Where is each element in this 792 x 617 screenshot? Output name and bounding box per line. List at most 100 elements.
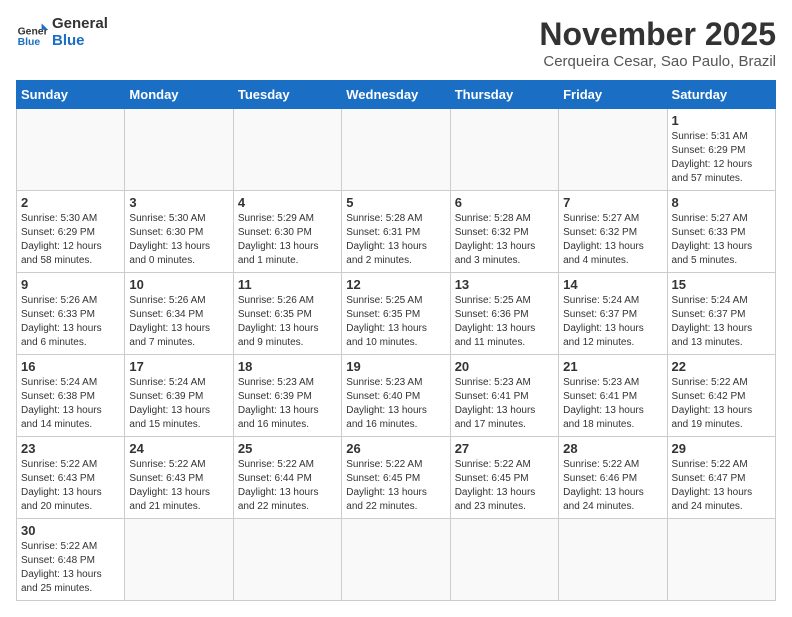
day-info-26: Sunrise: 5:22 AMSunset: 6:45 PMDaylight:… <box>346 458 445 514</box>
header-wednesday: Wednesday <box>342 81 450 109</box>
logo: General Blue General Blue <box>16 16 108 49</box>
title-block: November 2025 Cerqueira Cesar, Sao Paulo… <box>539 16 776 70</box>
day-info-13: Sunrise: 5:25 AMSunset: 6:36 PMDaylight:… <box>455 294 554 350</box>
empty-cell <box>450 109 558 191</box>
day-number-20: 20 <box>455 359 554 374</box>
week-row-4: 16Sunrise: 5:24 AMSunset: 6:38 PMDayligh… <box>17 355 776 437</box>
day-info-10: Sunrise: 5:26 AMSunset: 6:34 PMDaylight:… <box>129 294 228 350</box>
day-info-9: Sunrise: 5:26 AMSunset: 6:33 PMDaylight:… <box>21 294 120 350</box>
day-number-13: 13 <box>455 277 554 292</box>
day-cell-28: 28Sunrise: 5:22 AMSunset: 6:46 PMDayligh… <box>559 437 667 519</box>
day-number-15: 15 <box>672 277 771 292</box>
day-number-1: 1 <box>672 113 771 128</box>
day-number-22: 22 <box>672 359 771 374</box>
day-number-5: 5 <box>346 195 445 210</box>
header-thursday: Thursday <box>450 81 558 109</box>
day-info-27: Sunrise: 5:22 AMSunset: 6:45 PMDaylight:… <box>455 458 554 514</box>
day-cell-2: 2Sunrise: 5:30 AMSunset: 6:29 PMDaylight… <box>17 191 125 273</box>
day-number-7: 7 <box>563 195 662 210</box>
day-number-29: 29 <box>672 441 771 456</box>
week-row-6: 30 Sunrise: 5:22 AMSunset: 6:48 PMDayligh… <box>17 519 776 601</box>
day-number-26: 26 <box>346 441 445 456</box>
logo-general-text: General <box>52 16 108 33</box>
day-cell-27: 27 Sunrise: 5:22 AMSunset: 6:45 PMDayligh… <box>450 437 558 519</box>
day-number-21: 21 <box>563 359 662 374</box>
empty-cell <box>559 519 667 601</box>
day-number-27: 27 <box>455 441 554 456</box>
empty-cell <box>342 519 450 601</box>
day-cell-11: 11 Sunrise: 5:26 AMSunset: 6:35 PMDayligh… <box>233 273 341 355</box>
day-cell-9: 9 Sunrise: 5:26 AMSunset: 6:33 PMDaylight… <box>17 273 125 355</box>
day-cell-21: 21 Sunrise: 5:23 AMSunset: 6:41 PMDayligh… <box>559 355 667 437</box>
day-number-23: 23 <box>21 441 120 456</box>
day-cell-5: 5 Sunrise: 5:28 AMSunset: 6:31 PMDaylight… <box>342 191 450 273</box>
day-info-16: Sunrise: 5:24 AMSunset: 6:38 PMDaylight:… <box>21 376 120 432</box>
day-number-10: 10 <box>129 277 228 292</box>
day-cell-13: 13 Sunrise: 5:25 AMSunset: 6:36 PMDayligh… <box>450 273 558 355</box>
day-cell-15: 15 Sunrise: 5:24 AMSunset: 6:37 PMDayligh… <box>667 273 775 355</box>
day-cell-23: 23 Sunrise: 5:22 AMSunset: 6:43 PMDayligh… <box>17 437 125 519</box>
location: Cerqueira Cesar, Sao Paulo, Brazil <box>539 53 776 70</box>
day-info-20: Sunrise: 5:23 AMSunset: 6:41 PMDaylight:… <box>455 376 554 432</box>
page-header: General Blue General Blue November 2025 … <box>16 16 776 70</box>
day-cell-14: 14Sunrise: 5:24 AMSunset: 6:37 PMDayligh… <box>559 273 667 355</box>
day-cell-19: 19Sunrise: 5:23 AMSunset: 6:40 PMDayligh… <box>342 355 450 437</box>
day-info-23: Sunrise: 5:22 AMSunset: 6:43 PMDaylight:… <box>21 458 120 514</box>
svg-text:Blue: Blue <box>18 37 41 48</box>
day-number-25: 25 <box>238 441 337 456</box>
empty-cell <box>559 109 667 191</box>
header-tuesday: Tuesday <box>233 81 341 109</box>
day-info-17: Sunrise: 5:24 AMSunset: 6:39 PMDaylight:… <box>129 376 228 432</box>
day-cell-30: 30 Sunrise: 5:22 AMSunset: 6:48 PMDayligh… <box>17 519 125 601</box>
month-title: November 2025 <box>539 16 776 53</box>
day-cell-1: 1 Sunrise: 5:31 AMSunset: 6:29 PMDaylight… <box>667 109 775 191</box>
week-row-2: 2Sunrise: 5:30 AMSunset: 6:29 PMDaylight… <box>17 191 776 273</box>
day-info-22: Sunrise: 5:22 AMSunset: 6:42 PMDaylight:… <box>672 376 771 432</box>
empty-cell <box>17 109 125 191</box>
header-saturday: Saturday <box>667 81 775 109</box>
day-info-8: Sunrise: 5:27 AMSunset: 6:33 PMDaylight:… <box>672 212 771 268</box>
day-info-19: Sunrise: 5:23 AMSunset: 6:40 PMDaylight:… <box>346 376 445 432</box>
day-cell-4: 4 Sunrise: 5:29 AMSunset: 6:30 PMDaylight… <box>233 191 341 273</box>
day-number-24: 24 <box>129 441 228 456</box>
day-number-12: 12 <box>346 277 445 292</box>
weekday-header-row: Sunday Monday Tuesday Wednesday Thursday… <box>17 81 776 109</box>
calendar-table: Sunday Monday Tuesday Wednesday Thursday… <box>16 80 776 601</box>
day-cell-22: 22 Sunrise: 5:22 AMSunset: 6:42 PMDayligh… <box>667 355 775 437</box>
day-cell-25: 25 Sunrise: 5:22 AMSunset: 6:44 PMDayligh… <box>233 437 341 519</box>
day-cell-17: 17 Sunrise: 5:24 AMSunset: 6:39 PMDayligh… <box>125 355 233 437</box>
header-monday: Monday <box>125 81 233 109</box>
day-number-11: 11 <box>238 277 337 292</box>
day-info-24: Sunrise: 5:22 AMSunset: 6:43 PMDaylight:… <box>129 458 228 514</box>
day-cell-3: 3Sunrise: 5:30 AMSunset: 6:30 PMDaylight… <box>125 191 233 273</box>
day-number-30: 30 <box>21 523 120 538</box>
day-cell-20: 20 Sunrise: 5:23 AMSunset: 6:41 PMDayligh… <box>450 355 558 437</box>
day-info-18: Sunrise: 5:23 AMSunset: 6:39 PMDaylight:… <box>238 376 337 432</box>
day-number-14: 14 <box>563 277 662 292</box>
logo-icon: General Blue <box>16 17 48 49</box>
day-number-4: 4 <box>238 195 337 210</box>
day-info-12: Sunrise: 5:25 AMSunset: 6:35 PMDaylight:… <box>346 294 445 350</box>
day-cell-7: 7 Sunrise: 5:27 AMSunset: 6:32 PMDaylight… <box>559 191 667 273</box>
empty-cell <box>342 109 450 191</box>
day-info-7: Sunrise: 5:27 AMSunset: 6:32 PMDaylight:… <box>563 212 662 268</box>
day-info-15: Sunrise: 5:24 AMSunset: 6:37 PMDaylight:… <box>672 294 771 350</box>
day-info-4: Sunrise: 5:29 AMSunset: 6:30 PMDaylight:… <box>238 212 337 268</box>
day-number-17: 17 <box>129 359 228 374</box>
day-cell-10: 10 Sunrise: 5:26 AMSunset: 6:34 PMDayligh… <box>125 273 233 355</box>
day-info-5: Sunrise: 5:28 AMSunset: 6:31 PMDaylight:… <box>346 212 445 268</box>
day-info-21: Sunrise: 5:23 AMSunset: 6:41 PMDaylight:… <box>563 376 662 432</box>
day-info-1: Sunrise: 5:31 AMSunset: 6:29 PMDaylight:… <box>672 130 771 186</box>
day-info-29: Sunrise: 5:22 AMSunset: 6:47 PMDaylight:… <box>672 458 771 514</box>
day-info-11: Sunrise: 5:26 AMSunset: 6:35 PMDaylight:… <box>238 294 337 350</box>
day-info-6: Sunrise: 5:28 AMSunset: 6:32 PMDaylight:… <box>455 212 554 268</box>
week-row-1: 1 Sunrise: 5:31 AMSunset: 6:29 PMDaylight… <box>17 109 776 191</box>
empty-cell <box>125 109 233 191</box>
day-info-30: Sunrise: 5:22 AMSunset: 6:48 PMDaylight:… <box>21 540 120 596</box>
day-number-18: 18 <box>238 359 337 374</box>
header-friday: Friday <box>559 81 667 109</box>
day-info-25: Sunrise: 5:22 AMSunset: 6:44 PMDaylight:… <box>238 458 337 514</box>
day-number-3: 3 <box>129 195 228 210</box>
day-number-9: 9 <box>21 277 120 292</box>
day-cell-26: 26 Sunrise: 5:22 AMSunset: 6:45 PMDayligh… <box>342 437 450 519</box>
